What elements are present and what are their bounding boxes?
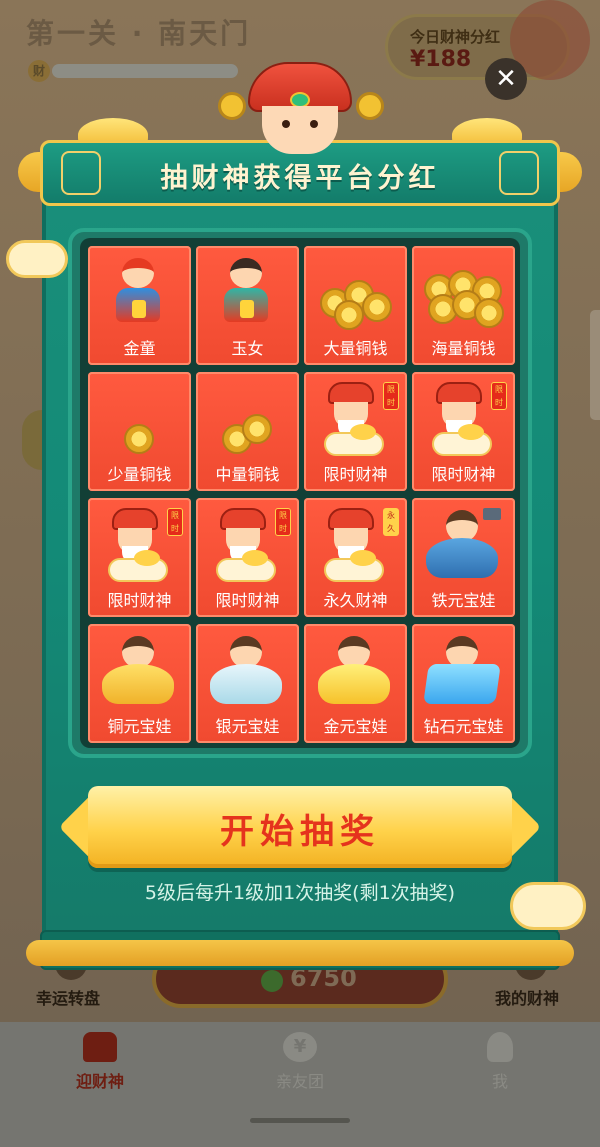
prize-cell[interactable]: 海量铜钱 — [412, 246, 515, 365]
prize-label: 金童 — [123, 339, 156, 358]
stage-title: 第一关 · 南天门 — [26, 17, 252, 50]
level-badge-icon: 财 — [28, 60, 50, 82]
daily-bonus-label: 今日财神分红 — [410, 28, 501, 46]
wealth-god-icon — [240, 62, 360, 154]
prize-label: 金元宝娃 — [323, 717, 388, 736]
prize-label: 钻石元宝娃 — [423, 717, 504, 736]
many-coins-icon — [304, 254, 407, 332]
tab-me[interactable]: 我 — [440, 1032, 560, 1092]
prize-label: 中量铜钱 — [215, 465, 280, 484]
wealth-god-icon: 限时 — [196, 506, 299, 584]
modal-title: 抽财神获得平台分红 — [160, 163, 440, 194]
wealth-god-icon: 限时 — [304, 380, 407, 458]
medium-coins-icon — [196, 380, 299, 458]
prize-label: 玉女 — [231, 339, 264, 358]
god-eye — [310, 120, 318, 128]
bottom-tab-bar: 迎财神 ¥ 亲友团 我 — [0, 1022, 600, 1147]
draw-hint-text: 5级后每升1级加1次抽奖(剩1次抽奖) — [144, 882, 456, 904]
tab-label: 亲友团 — [275, 1072, 324, 1091]
golden-boy-icon — [88, 254, 191, 332]
jade-girl-icon — [196, 254, 299, 332]
person-icon — [487, 1032, 513, 1062]
yen-icon: ¥ — [283, 1032, 317, 1062]
start-draw-label: 开始抽奖 — [220, 812, 380, 852]
home-indicator[interactable] — [250, 1118, 350, 1123]
limited-badge: 限时 — [275, 508, 291, 536]
prize-cell[interactable]: 铁元宝娃 — [412, 498, 515, 617]
limited-badge: 限时 — [167, 508, 183, 536]
prize-cell[interactable]: 金童 — [88, 246, 191, 365]
limited-badge: 限时 — [383, 382, 399, 410]
god-eye — [282, 120, 290, 128]
prize-cell[interactable]: 金元宝娃 — [304, 624, 407, 743]
prize-cell[interactable]: 大量铜钱 — [304, 246, 407, 365]
silver-ingot-baby-icon — [196, 632, 299, 710]
tab-welcome-god[interactable]: 迎财神 — [40, 1032, 160, 1092]
prize-label: 银元宝娃 — [215, 717, 280, 736]
wealth-god-icon: 永久 — [304, 506, 407, 584]
close-button[interactable]: ✕ — [485, 58, 527, 100]
iron-ingot-baby-icon — [412, 506, 515, 584]
side-handle — [590, 310, 600, 420]
tab-friends[interactable]: ¥ 亲友团 — [240, 1032, 360, 1092]
wealth-god-icon: 限时 — [412, 380, 515, 458]
level-progress-bar — [52, 64, 238, 78]
prize-cell[interactable]: 铜元宝娃 — [88, 624, 191, 743]
prize-label: 铜元宝娃 — [107, 717, 172, 736]
start-draw-button[interactable]: 开始抽奖 — [58, 786, 542, 868]
prize-cell[interactable]: 限时 限时财神 — [304, 372, 407, 491]
prize-label: 限时财神 — [215, 591, 280, 610]
scroll-rod-bottom — [26, 940, 574, 966]
lucky-wheel-button[interactable]: 幸运转盘 — [36, 985, 100, 1009]
prize-cell[interactable]: 少量铜钱 — [88, 372, 191, 491]
tab-label: 迎财神 — [75, 1072, 124, 1091]
coin-icon — [261, 970, 283, 992]
mass-coins-icon — [412, 254, 515, 332]
prize-cell[interactable]: 中量铜钱 — [196, 372, 299, 491]
prize-cell[interactable]: 玉女 — [196, 246, 299, 365]
cloud-icon — [6, 240, 68, 278]
prize-label: 永久财神 — [323, 591, 388, 610]
tab-label: 我 — [491, 1072, 508, 1091]
copper-ingot-baby-icon — [88, 632, 191, 710]
wealth-god-icon: 限时 — [88, 506, 191, 584]
prize-cell[interactable]: 限时 限时财神 — [196, 498, 299, 617]
god-face — [262, 106, 338, 154]
prize-label: 海量铜钱 — [431, 339, 496, 358]
prize-label: 少量铜钱 — [107, 465, 172, 484]
prize-cell[interactable]: 限时 限时财神 — [88, 498, 191, 617]
gold-ingot-baby-icon — [304, 632, 407, 710]
prize-label: 铁元宝娃 — [431, 591, 496, 610]
prize-grid: 金童 玉女 大量铜钱 海量铜钱 少量铜钱 中量铜钱 限时 限时财神 限时 限时财… — [80, 238, 520, 748]
prize-cell[interactable]: 钻石元宝娃 — [412, 624, 515, 743]
permanent-badge: 永久 — [383, 508, 399, 536]
prize-label: 限时财神 — [107, 591, 172, 610]
diamond-ingot-baby-icon — [412, 632, 515, 710]
prize-cell[interactable]: 限时 限时财神 — [412, 372, 515, 491]
limited-badge: 限时 — [491, 382, 507, 410]
my-gods-button[interactable]: 我的财神 — [495, 985, 559, 1009]
prize-label: 大量铜钱 — [323, 339, 388, 358]
prize-cell[interactable]: 银元宝娃 — [196, 624, 299, 743]
prize-label: 限时财神 — [431, 465, 496, 484]
prize-label: 限时财神 — [323, 465, 388, 484]
house-icon — [83, 1032, 117, 1062]
few-coins-icon — [88, 380, 191, 458]
coin-icon — [356, 92, 384, 120]
daily-bonus-value: ¥188 — [410, 47, 472, 72]
prize-cell[interactable]: 永久 永久财神 — [304, 498, 407, 617]
